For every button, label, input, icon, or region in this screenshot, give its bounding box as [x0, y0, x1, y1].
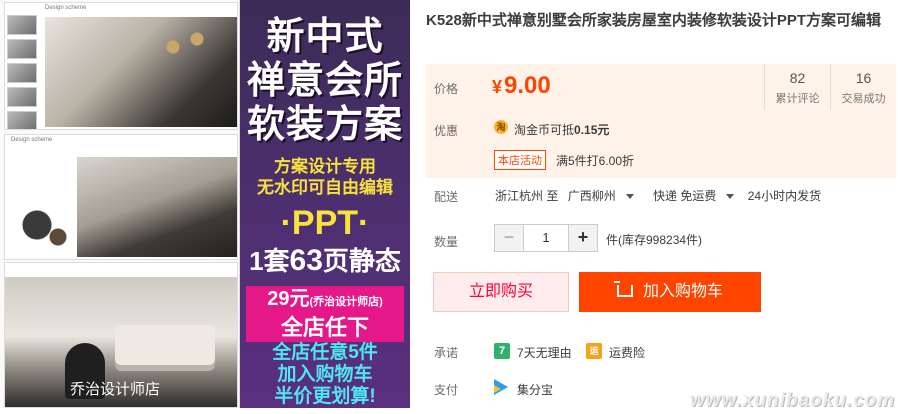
coin-amount: 0.15元 [574, 123, 610, 137]
banner-deal-line-2: 加入购物车 [277, 364, 373, 385]
banner-subtitle-2: 无水印可自由编辑 [257, 178, 393, 197]
seven-day-return-icon: 7 [494, 343, 510, 359]
pages-number: 63 [289, 244, 323, 277]
delivery-time: 24小时内发货 [747, 189, 822, 203]
review-count-label: 累计评论 [775, 93, 820, 105]
ship-from: 浙江杭州 至 [495, 189, 559, 203]
sales-stats: 82 累计评论 16 交易成功 [764, 64, 896, 110]
banner-subtitle-1: 方案设计专用 [274, 157, 376, 176]
stock-text: 件(库存998234件) [606, 233, 703, 247]
currency-symbol: ¥ [492, 77, 503, 97]
site-watermark: www.xunibaoku.com [690, 390, 896, 411]
banner-box-line2: 全店任下 [280, 315, 369, 340]
sales-count: 16 [855, 70, 872, 86]
banner-price: 29元 [267, 288, 310, 310]
ppt-slide-preview-1: Design scheme [4, 2, 238, 130]
banner-page-count: 1套63页静态 [240, 244, 410, 277]
pages-suffix: 页静态 [322, 246, 401, 276]
quantity-label: 数量 [434, 235, 459, 249]
discount-label: 优惠 [434, 124, 459, 138]
sales-count-label: 交易成功 [841, 93, 886, 105]
buy-now-button[interactable]: 立即购买 [433, 272, 569, 312]
sofa-image [115, 325, 215, 365]
promo-banner: 新中式 禅意会所 软装方案 方案设计专用 无水印可自由编辑 ·PPT· 1套63… [240, 0, 410, 408]
slide-caption: Design scheme [45, 5, 87, 11]
pages-prefix: 1套 [249, 246, 290, 276]
shop-watermark: 乔治设计师店 [70, 381, 161, 398]
banner-deal-text: 全店任意5件 加入购物车 半价更划算! [240, 342, 410, 408]
quantity-increase-button[interactable]: + [569, 225, 597, 251]
product-main-image[interactable]: Design scheme Design scheme 乔治设计师店 新中式 禅… [0, 0, 410, 408]
shipping-fee-dropdown[interactable]: 快递 免运费 [653, 189, 744, 203]
promise-label: 承诺 [434, 346, 459, 360]
add-to-cart-label: 加入购物车 [642, 283, 723, 300]
shipping-insurance-link[interactable]: 运费险 [609, 344, 645, 361]
sales-count-stat[interactable]: 16 交易成功 [830, 64, 896, 110]
quantity-input[interactable]: 1 [523, 225, 569, 251]
product-title: K528新中式禅意别墅会所家装房屋室内装修软装设计PPT方案可编辑 [426, 12, 882, 29]
price-panel: 价格 ¥9.00 82 累计评论 16 交易成功 优惠 淘 淘金币可抵0.15元… [426, 64, 896, 178]
ppt-preview-collage: Design scheme Design scheme 乔治设计师店 [0, 0, 240, 408]
jifenbao-icon [494, 379, 508, 395]
add-to-cart-button[interactable]: 加入购物车 [579, 272, 761, 312]
slide-thumbnails [7, 13, 39, 129]
interior-photo [77, 157, 237, 257]
banner-title-line-3: 软装方案 [246, 102, 403, 146]
banner-price-box: 29元(乔治设计师店) 全店任下 [246, 286, 404, 342]
shipping-info: 浙江杭州 至 广西柳州 快递 免运费 24小时内发货 [495, 187, 827, 204]
coin-text: 淘金币可抵 [514, 123, 575, 137]
shop-promo-tag: 本店活动 [494, 150, 546, 170]
seven-day-return-link[interactable]: 7天无理由 [517, 344, 572, 361]
coin-discount-text: 淘金币可抵0.15元 [514, 121, 609, 138]
price-label: 价格 [434, 82, 459, 96]
review-count: 82 [789, 70, 806, 86]
quantity-decrease-button[interactable]: − [495, 225, 523, 251]
shipping-fee: 快递 免运费 [653, 189, 717, 203]
shipping-label: 配送 [434, 190, 459, 204]
chevron-down-icon [726, 194, 735, 200]
payment-label: 支付 [434, 383, 459, 397]
payment-method: 集分宝 [517, 383, 554, 397]
shipping-insurance-icon: 运 [586, 343, 602, 359]
price-amount: 9.00 [504, 72, 551, 99]
promo-text: 满5件打6.00折 [556, 154, 635, 168]
ppt-slide-preview-2: Design scheme [4, 134, 238, 260]
price-value: ¥9.00 [492, 72, 551, 100]
review-count-stat[interactable]: 82 累计评论 [764, 64, 830, 110]
chevron-down-icon [625, 194, 634, 200]
slide-caption: Design scheme [11, 137, 53, 143]
banner-deal-line-1: 全店任意5件 [272, 342, 378, 363]
taobao-coin-icon: 淘 [494, 120, 508, 134]
banner-title-line-1: 新中式 [266, 14, 384, 58]
decor-objects-image [13, 195, 73, 255]
banner-shop-name: (乔治设计师店) [309, 296, 383, 308]
ship-to: 广西柳州 [567, 189, 616, 203]
ship-to-dropdown[interactable]: 广西柳州 [568, 189, 644, 203]
banner-deal-line-3: 半价更划算! [274, 386, 376, 407]
quantity-stepper: − 1 + [494, 224, 598, 252]
cart-icon [613, 281, 633, 297]
pendant-lamp-image [155, 23, 215, 63]
banner-title-line-2: 禅意会所 [246, 58, 403, 102]
banner-ppt-label: ·PPT· [280, 204, 370, 242]
